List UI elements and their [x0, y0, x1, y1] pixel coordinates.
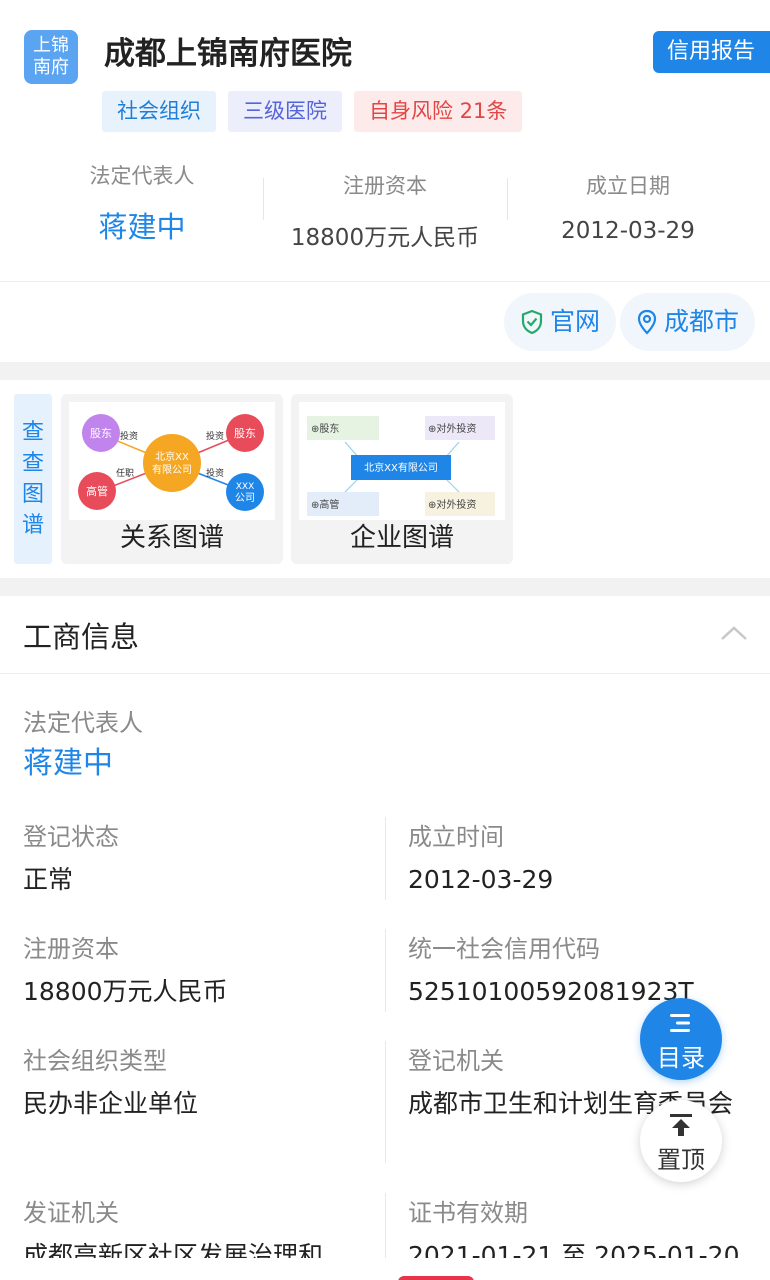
list-icon — [670, 1014, 690, 1032]
summary-divider — [263, 178, 264, 220]
node-label: ⊕高管 — [311, 498, 339, 511]
node-label: ⊕股东 — [311, 422, 339, 435]
business-info-header[interactable]: 工商信息 — [0, 596, 770, 674]
field-label-org-type: 社会组织类型 — [23, 1047, 167, 1075]
summary-capital: 注册资本 18800万元人民币 — [270, 170, 500, 252]
edge-label: 投资 — [206, 430, 224, 442]
credit-report-button[interactable]: 信用报告 — [653, 31, 770, 73]
field-value-credit-code[interactable]: 52510100592081923T — [408, 973, 694, 1011]
quick-links-row: 官网 成都市 — [0, 282, 770, 362]
summary-legal-rep-label: 法定代表人 — [89, 164, 195, 188]
table-of-contents-button[interactable]: 目录 — [640, 998, 722, 1080]
summary-founded-value: 2012-03-29 — [561, 218, 695, 244]
field-label-legal-rep: 法定代表人 — [23, 709, 143, 737]
tag-self-risk[interactable]: 自身风险 21条 — [354, 91, 523, 132]
summary-founded-label: 成立日期 — [586, 174, 670, 198]
node-label: 股东 — [90, 427, 112, 440]
field-value-status: 正常 — [23, 865, 74, 894]
toc-label: 目录 — [657, 1044, 705, 1072]
column-divider — [385, 1041, 386, 1163]
bottom-action-hint[interactable] — [398, 1276, 474, 1280]
field-label-issuer: 发证机关 — [23, 1199, 119, 1227]
summary-facts: 法定代表人 蒋建中 注册资本 18800万元人民币 成立日期 2012-03-2… — [0, 160, 770, 252]
tag-social-org[interactable]: 社会组织 — [102, 91, 216, 132]
company-name: 成都上锦南府医院 — [104, 36, 352, 72]
graph-tab-char: 查 — [21, 451, 44, 476]
field-value-capital: 18800万元人民币 — [23, 977, 228, 1006]
graph-tab-char: 谱 — [21, 513, 44, 538]
back-to-top-button[interactable]: 置顶 — [640, 1100, 722, 1182]
column-divider — [385, 1193, 386, 1258]
column-divider — [385, 929, 386, 1012]
summary-divider — [507, 178, 508, 220]
field-value-founded: 2012-03-29 — [408, 865, 554, 894]
website-button[interactable]: 官网 — [504, 293, 617, 351]
graph-tab[interactable]: 查 查 图 谱 — [14, 394, 52, 564]
field-label-status: 登记状态 — [23, 823, 119, 851]
logo-text-line1: 上锦 — [33, 35, 69, 56]
node-label: 有限公司 — [152, 463, 192, 476]
edge-label: 投资 — [120, 430, 138, 442]
node-label: ⊕对外投资 — [428, 422, 476, 435]
node-label: XXX — [236, 482, 255, 492]
graph-section: 查 查 图 谱 股东 股东 北京XX 有限公司 高管 XXX 公司 投资 投资 … — [0, 380, 770, 578]
field-value-org-type: 民办非企业单位 — [23, 1089, 199, 1118]
section-gap — [0, 578, 770, 596]
arrow-up-icon — [670, 1114, 692, 1136]
business-info-title: 工商信息 — [23, 620, 140, 654]
field-label-validity: 证书有效期 — [408, 1199, 528, 1227]
summary-legal-rep-link[interactable]: 蒋建中 — [52, 204, 232, 246]
summary-capital-value: 18800万元人民币 — [290, 225, 480, 251]
company-node — [226, 473, 264, 511]
summary-legal-rep: 法定代表人 蒋建中 — [52, 160, 232, 246]
city-label: 成都市 — [664, 307, 740, 336]
graph-tab-char: 图 — [21, 482, 44, 507]
enterprise-graph-thumbnail: ⊕股东 ⊕对外投资 北京XX有限公司 ⊕高管 ⊕对外投资 — [299, 402, 505, 520]
enterprise-graph-card[interactable]: ⊕股东 ⊕对外投资 北京XX有限公司 ⊕高管 ⊕对外投资 企业图谱 — [291, 394, 513, 564]
section-gap — [0, 362, 770, 380]
tag-hospital-level[interactable]: 三级医院 — [228, 91, 342, 132]
node-label: 公司 — [235, 493, 255, 504]
website-label: 官网 — [550, 307, 601, 336]
relation-graph-card[interactable]: 股东 股东 北京XX 有限公司 高管 XXX 公司 投资 投资 任职 投资 关系… — [61, 394, 283, 564]
column-divider — [385, 817, 386, 900]
relation-graph-label: 关系图谱 — [119, 523, 224, 553]
node-label: 北京XX有限公司 — [364, 461, 438, 474]
logo-text-line2: 南府 — [33, 57, 69, 78]
back-to-top-label: 置顶 — [657, 1146, 705, 1174]
field-label-capital: 注册资本 — [23, 935, 119, 963]
field-label-founded: 成立时间 — [408, 823, 504, 851]
center-company-node — [143, 434, 201, 492]
node-label: 北京XX — [155, 450, 189, 463]
enterprise-graph-label: 企业图谱 — [349, 523, 454, 553]
company-logo: 上锦 南府 — [24, 30, 78, 84]
node-label: ⊕对外投资 — [428, 498, 476, 511]
field-label-authority: 登记机关 — [408, 1047, 504, 1075]
shield-check-icon — [520, 309, 544, 335]
location-pin-icon — [636, 309, 658, 335]
bottom-bar — [0, 1258, 770, 1280]
city-button[interactable]: 成都市 — [620, 293, 756, 351]
company-tags: 社会组织 三级医院 自身风险 21条 — [102, 91, 523, 132]
node-label: 高管 — [86, 484, 108, 498]
edge-label: 任职 — [116, 467, 134, 479]
legal-rep-link[interactable]: 蒋建中 — [23, 745, 113, 783]
company-header: 上锦 南府 成都上锦南府医院 信用报告 社会组织 三级医院 自身风险 21条 法… — [0, 0, 770, 282]
graph-tab-char: 查 — [21, 420, 44, 445]
summary-capital-label: 注册资本 — [343, 174, 427, 198]
relation-graph-thumbnail: 股东 股东 北京XX 有限公司 高管 XXX 公司 投资 投资 任职 投资 — [69, 402, 275, 520]
summary-founded: 成立日期 2012-03-29 — [528, 170, 728, 244]
chevron-up-icon[interactable] — [720, 624, 748, 642]
edge-label: 投资 — [206, 467, 224, 479]
field-label-credit-code: 统一社会信用代码 — [408, 935, 600, 963]
node-label: 股东 — [234, 427, 256, 440]
